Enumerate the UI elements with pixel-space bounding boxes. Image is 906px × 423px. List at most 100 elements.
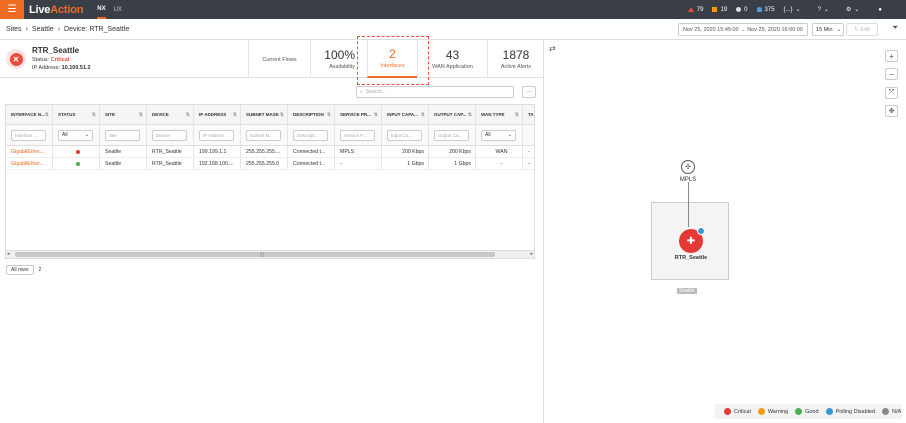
col-header-wan-type[interactable]: WAN TYPE ⇅	[476, 105, 523, 124]
zoom-in-button[interactable]: +	[885, 50, 898, 62]
scroll-left-icon[interactable]: ◂	[7, 251, 10, 257]
warning-dot-icon	[757, 408, 765, 415]
col-header-ta[interactable]: TA	[523, 105, 534, 124]
service-cell: MPLS	[335, 146, 382, 157]
topology-panel: ⇄ + − ⤧ ✥ ✣ MPLS ✚ RTR_Seattle Seattle C…	[545, 40, 906, 423]
filter-input-capacity-input[interactable]: Input Ca...	[387, 129, 422, 141]
search-input[interactable]: ⌕ Search...	[356, 86, 514, 98]
legend-label: Polling Disabled	[835, 408, 876, 415]
col-header-input-capacity[interactable]: INPUT CAPA... ⇅	[382, 105, 429, 124]
sort-icon: ⇅	[514, 111, 519, 118]
col-header-site[interactable]: SITE ⇅	[100, 105, 147, 124]
help-icon: ?	[817, 6, 821, 13]
header-label: STATUS	[58, 112, 76, 117]
description-cell: Connected t...	[288, 146, 335, 157]
user-menu[interactable]: ●	[878, 7, 882, 13]
device-status: Status: Critical	[32, 57, 69, 63]
edit-button[interactable]: ↻ Edit	[846, 23, 878, 36]
hamburger-menu-icon[interactable]: ☰	[0, 0, 24, 19]
alert-counters: 79 19 0 375 {...} ⌄ ? ⌄ ⚙ ⌄ ●	[687, 0, 906, 19]
device-panel: ✕ RTR_Seattle Status: Critical IP Addres…	[0, 36, 544, 423]
help-menu[interactable]: ? ⌄	[817, 6, 829, 14]
col-header-service-provider[interactable]: SERVICE PR... ⇅	[335, 105, 382, 124]
ta-cell: -	[523, 158, 534, 169]
filter-device-input[interactable]: Device	[152, 129, 187, 141]
col-header-output-capacity[interactable]: OUTPUT CAP... ⇅	[429, 105, 476, 124]
circle-icon	[736, 7, 742, 12]
filter-status-select[interactable]: All ⌄	[58, 129, 93, 141]
fit-view-button[interactable]: ⤧	[885, 87, 898, 99]
highlight-box	[357, 36, 429, 85]
table-row[interactable]: GigabitEther... Seattle RTR_Seattle 199.…	[6, 146, 534, 158]
col-header-status[interactable]: STATUS ⇅	[53, 105, 100, 124]
filter-icon[interactable]: ⏷	[892, 23, 898, 33]
warning-alerts[interactable]: 19	[712, 7, 727, 13]
good-dot-icon	[795, 408, 803, 415]
more-options-button[interactable]: ···	[522, 86, 536, 98]
grip-icon: |||	[260, 252, 264, 258]
filter-output-capacity-input[interactable]: Output Ca...	[434, 129, 469, 141]
mpls-cloud-node[interactable]: ✣ MPLS	[676, 160, 700, 183]
scroll-thumb[interactable]: |||	[15, 252, 495, 258]
logo: LiveAction	[29, 4, 83, 16]
filter-wan-type-select[interactable]: All ⌄	[481, 129, 516, 141]
info-count: 0	[744, 6, 748, 13]
center-view-button[interactable]: ✥	[885, 105, 898, 117]
subnet-cell: 255.255.255....	[241, 146, 288, 157]
filter-service-input[interactable]: Service P...	[340, 129, 375, 141]
header-label: INTERFACE N...	[11, 112, 45, 117]
ta-cell: -	[523, 146, 534, 157]
stat-current-flows[interactable]: Current Flows	[248, 40, 310, 78]
date-range-picker[interactable]: Nov 25, 2020 15:45:00 → Nov 25, 2020 16:…	[678, 23, 808, 36]
sort-icon: ⇅	[138, 111, 143, 118]
header-label: SITE	[105, 112, 116, 117]
tab-ux[interactable]: UX	[114, 0, 122, 19]
site-group[interactable]: ✚ RTR_Seattle	[651, 202, 729, 280]
status-legend: Critical Warning Good Polling Disabled N…	[715, 404, 902, 419]
filter-site-input[interactable]: Site	[105, 129, 140, 141]
header-label: IP ADDRESS	[199, 112, 227, 117]
swap-icon[interactable]: ⇄	[549, 44, 556, 53]
filter-interface-input[interactable]: Interface ...	[11, 129, 46, 141]
breadcrumb-device: Device: RTR_Seattle	[64, 25, 130, 33]
stat-label: Active Alerts	[500, 64, 532, 70]
service-cell: -	[335, 158, 382, 169]
stat-value: 43	[445, 48, 460, 62]
scroll-right-icon[interactable]: ▸	[530, 251, 533, 257]
col-header-ip-address[interactable]: IP ADDRESS ⇅	[194, 105, 241, 124]
filter-cell: All ⌄	[53, 125, 100, 145]
col-header-interface[interactable]: INTERFACE N... ⇅	[6, 105, 53, 124]
stat-active-alerts[interactable]: 1878 Active Alerts	[487, 40, 544, 78]
bracket-menu[interactable]: {...} ⌄	[784, 6, 801, 14]
interface-link[interactable]: GigabitEther...	[6, 146, 53, 157]
rows-per-page-select[interactable]: All rows	[6, 265, 34, 275]
filter-cell: Input Ca...	[382, 125, 429, 145]
status-cell	[53, 158, 100, 169]
filter-cell: IP Address	[194, 125, 241, 145]
search-placeholder: Search...	[365, 89, 386, 95]
settings-menu[interactable]: ⚙ ⌄	[846, 6, 859, 13]
filter-ip-input[interactable]: IP Address	[199, 129, 234, 141]
header-label: OUTPUT CAP...	[434, 112, 467, 117]
critical-alerts[interactable]: 79	[687, 7, 703, 13]
header-label: SUBNET MASK	[246, 112, 280, 117]
filter-cell: All ⌄	[476, 125, 523, 145]
filter-description-input[interactable]: Descripti...	[293, 129, 328, 141]
col-header-description[interactable]: DESCRIPTION ⇅	[288, 105, 335, 124]
tab-nx[interactable]: NX	[97, 0, 106, 19]
row-count: 2	[38, 267, 42, 273]
zoom-out-button[interactable]: −	[885, 68, 898, 80]
table-row[interactable]: GigabitEther... Seattle RTR_Seattle 192.…	[6, 158, 534, 170]
info-alerts[interactable]: 0	[736, 6, 748, 13]
horizontal-scrollbar[interactable]: ◂ ||| ▸	[6, 250, 534, 258]
filter-subnet-input[interactable]: Subnet M...	[246, 129, 281, 141]
col-header-subnet-mask[interactable]: SUBNET MASK ⇅	[241, 105, 288, 124]
interval-select[interactable]: 15 Min ⌄	[812, 23, 844, 36]
interface-link[interactable]: GigabitEther...	[6, 158, 53, 169]
users-count[interactable]: 375	[756, 7, 775, 13]
sort-icon: ⇅	[232, 111, 237, 118]
breadcrumb-seattle[interactable]: Seattle	[32, 26, 54, 33]
breadcrumb-sites[interactable]: Sites	[6, 26, 22, 33]
col-header-device[interactable]: DEVICE ⇅	[147, 105, 194, 124]
site-cell: Seattle	[100, 146, 147, 157]
